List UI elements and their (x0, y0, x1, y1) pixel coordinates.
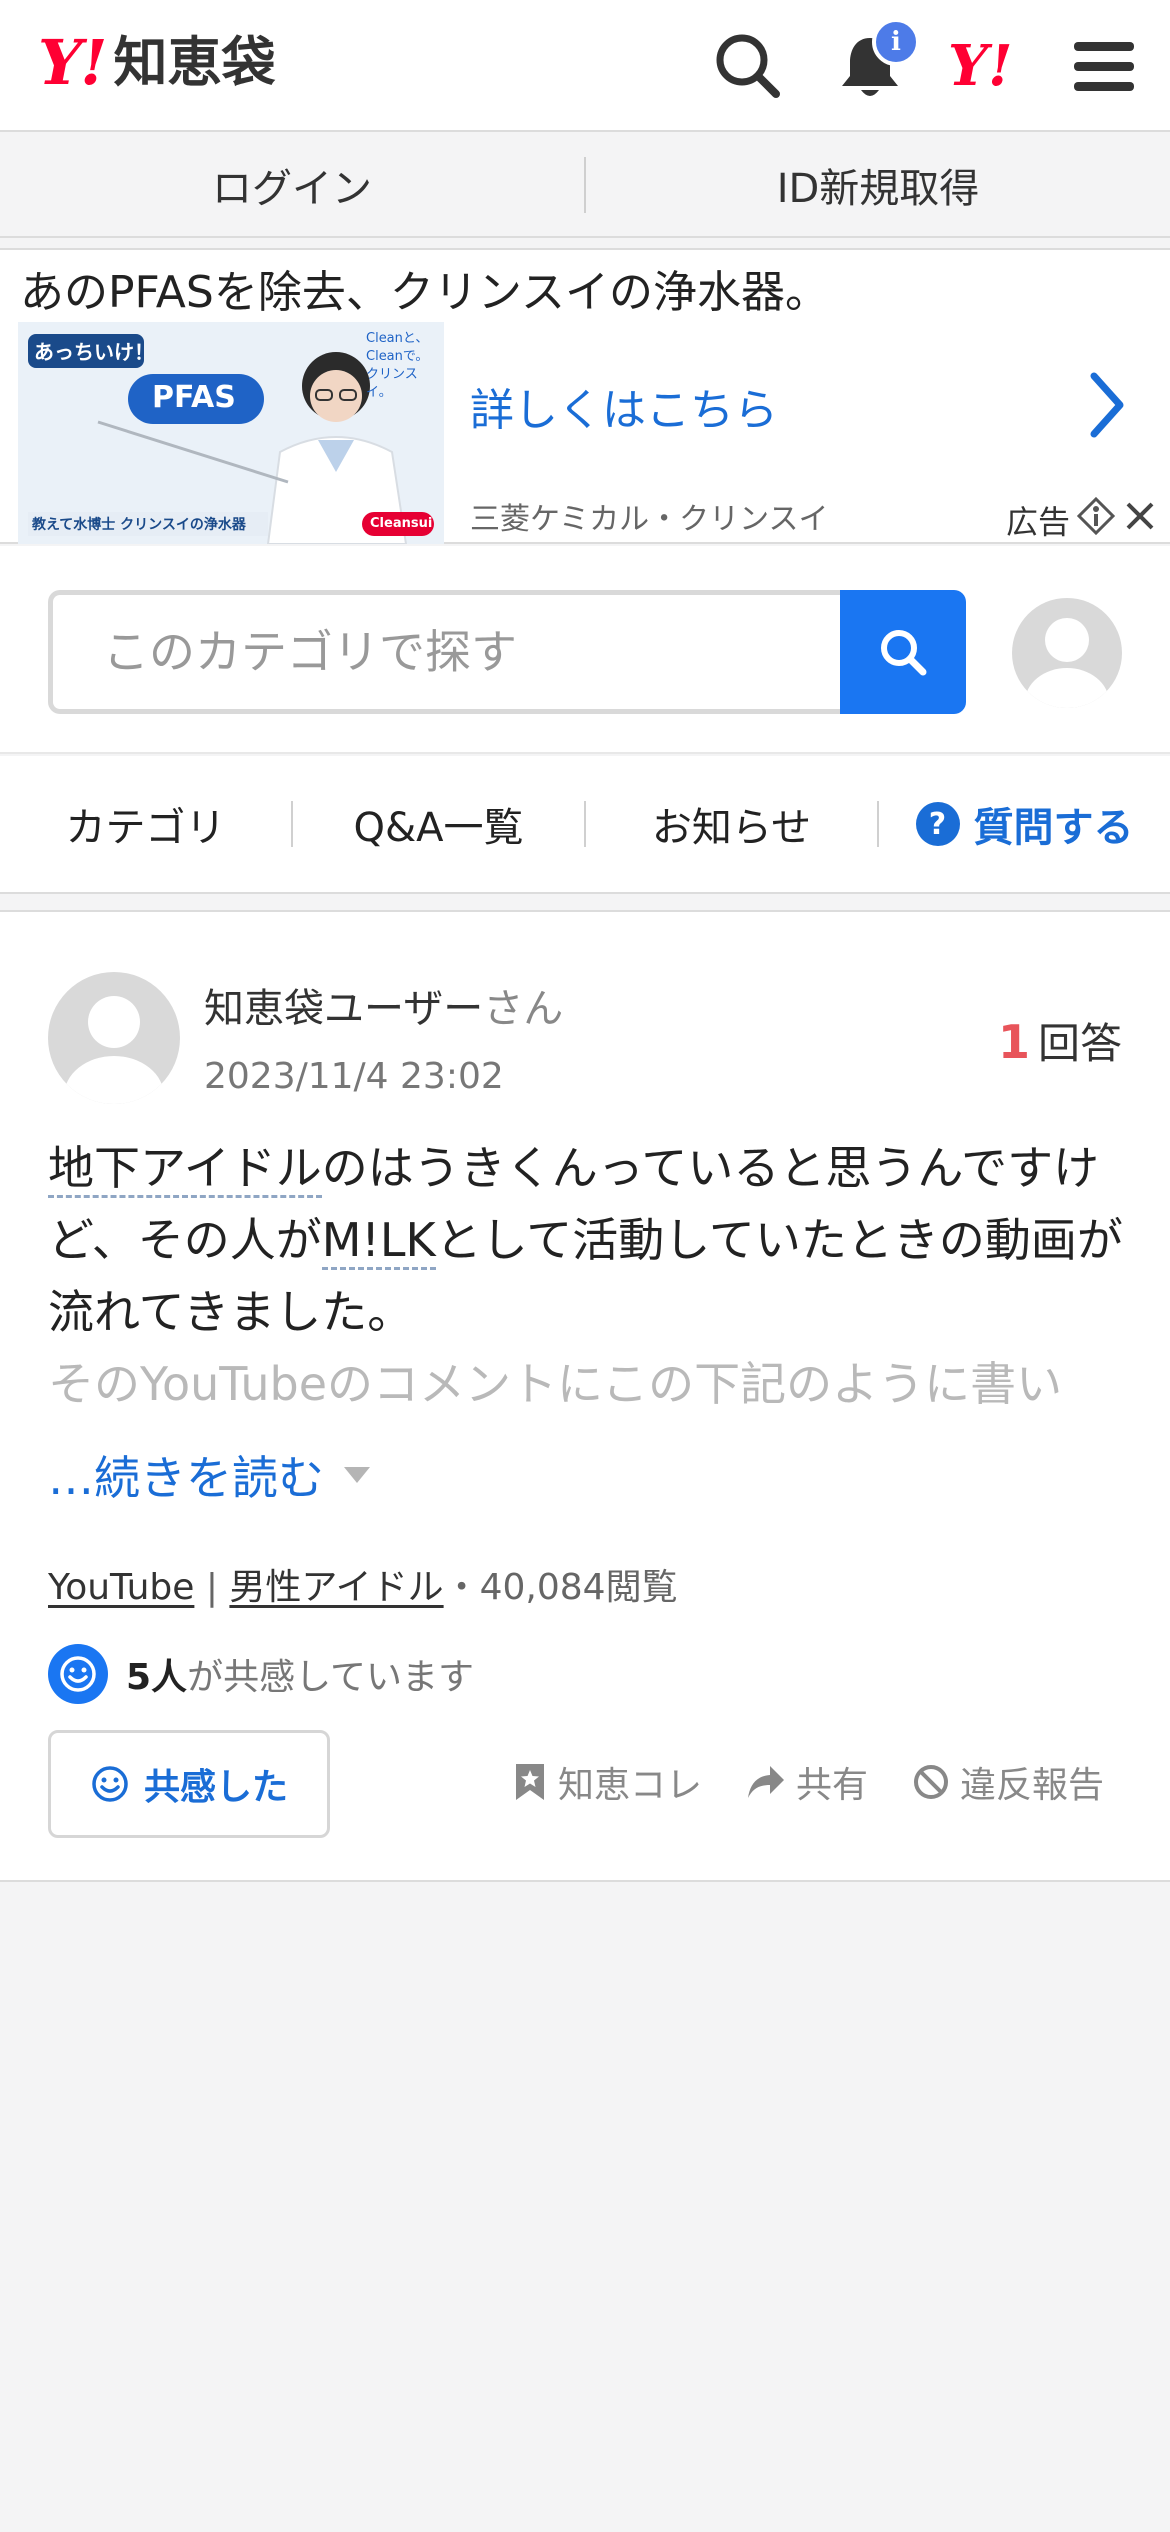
read-more-button[interactable]: …続きを読む (48, 1442, 372, 1508)
keyword-link[interactable]: 地下アイドル (48, 1141, 322, 1198)
question-icon: ? (915, 802, 960, 846)
menu-icon[interactable] (1068, 30, 1140, 102)
tag-youtube[interactable]: YouTube (48, 1567, 194, 1608)
chevron-right-icon[interactable] (1086, 370, 1126, 444)
chiebukuro-logo[interactable]: Y! 知恵袋 (38, 28, 275, 98)
nav-qa-list[interactable]: Q&A一覧 (293, 795, 584, 853)
answer-count-label: 回答 (1037, 1019, 1122, 1068)
tag-male-idol[interactable]: 男性アイドル (229, 1567, 443, 1608)
search-button[interactable] (840, 590, 966, 714)
register-link[interactable]: ID新規取得 (586, 156, 1170, 214)
search-field[interactable] (48, 590, 842, 714)
notification-bell-icon[interactable]: i (834, 18, 920, 102)
question-card: 知恵袋ユーザーさん 2023/11/4 23:02 1 回答 地下アイドルのはうき… (0, 910, 1170, 1882)
caret-down-icon (344, 1467, 370, 1483)
ask-question-label: 質問する (973, 805, 1134, 851)
login-bar: ログイン ID新規取得 (0, 134, 1170, 238)
share-arrow-icon (747, 1766, 784, 1798)
keyword-link[interactable]: M!LK (321, 1213, 436, 1270)
empathy-summary: 5人 が共感しています (48, 1644, 474, 1704)
questioner-name-text: 知恵袋ユーザー (204, 986, 484, 1032)
chie-kore-button[interactable]: 知恵コレ (512, 1756, 702, 1808)
empathize-label: 共感した (143, 1767, 288, 1808)
ad-image-pfas: PFAS (152, 380, 236, 415)
yahoo-logo-mark: Y! (38, 26, 107, 99)
share-label: 共有 (795, 1765, 868, 1806)
bookmark-icon (515, 1764, 544, 1800)
question-actions: 知恵コレ 共有 違反報告 (512, 1756, 1104, 1808)
question-text-faded: そのYouTubeのコメントにこの下記のように書い (48, 1357, 1063, 1411)
nav-category[interactable]: カテゴリ (0, 795, 291, 853)
search-icon (881, 630, 927, 676)
ad-image-caption: 教えて水博士 クリンスイの浄水器 (32, 517, 246, 533)
ad-title[interactable]: あのPFASを除去、クリンスイの浄水器。 (20, 256, 829, 320)
tag-separator: | (194, 1567, 230, 1608)
questioner-name: 知恵袋ユーザーさん (204, 976, 563, 1034)
user-avatar[interactable] (1012, 598, 1122, 708)
empathy-text: が共感しています (187, 1657, 474, 1698)
yahoo-home-link[interactable]: Y! (948, 30, 1013, 102)
ad-image[interactable]: あっちいけ！ PFAS Cleanと、Cleanで。クリンスイ。 教えて水博士 … (18, 322, 444, 544)
chie-kore-label: 知恵コレ (557, 1765, 702, 1806)
empathize-button[interactable]: 共感した (48, 1730, 330, 1838)
questioner-avatar (48, 972, 180, 1104)
notification-badge: i (872, 18, 920, 66)
honorific: さん (483, 986, 564, 1032)
search-input[interactable] (53, 595, 842, 709)
question-body: 地下アイドルのはうきくんっていると思うんですけど、その人がM!LKとして活動して… (48, 1132, 1128, 1420)
ad-banner[interactable]: あのPFASを除去、クリンスイの浄水器。 あっちいけ！ PFAS Cleanと、… (0, 248, 1170, 544)
answer-count[interactable]: 1 回答 (998, 1010, 1122, 1071)
report-label: 違反報告 (959, 1765, 1104, 1806)
search-section (0, 546, 1170, 754)
logo-text: 知恵袋 (113, 31, 276, 94)
smile-icon (92, 1766, 128, 1802)
ad-image-brand: Cleansui (370, 516, 433, 531)
empathy-count: 5人 (126, 1657, 188, 1698)
answer-count-number: 1 (997, 1015, 1030, 1069)
report-button[interactable]: 違反報告 (912, 1756, 1104, 1808)
ask-question-button[interactable]: ? 質問する (879, 795, 1170, 853)
view-count: ・40,084閲覧 (443, 1567, 678, 1608)
search-icon[interactable] (712, 30, 784, 102)
adchoices-icon[interactable] (1076, 496, 1116, 544)
smile-icon (48, 1644, 108, 1704)
question-tags: YouTube | 男性アイドル・40,084閲覧 (48, 1558, 678, 1610)
question-date: 2023/11/4 23:02 (204, 1056, 504, 1097)
category-nav: カテゴリ Q&A一覧 お知らせ ? 質問する (0, 756, 1170, 894)
prohibited-icon (913, 1765, 948, 1799)
ad-advertiser: 三菱ケミカル・クリンスイ (470, 502, 829, 537)
ad-image-slogan: Cleanと、Cleanで。クリンスイ。 (366, 331, 429, 400)
login-link[interactable]: ログイン (0, 156, 584, 214)
ad-label-text: 広告 (1006, 503, 1071, 541)
close-icon[interactable] (1122, 498, 1158, 542)
app-header: Y! 知恵袋 i Y! (0, 0, 1170, 132)
read-more-label: …続きを読む (48, 1451, 324, 1505)
nav-news[interactable]: お知らせ (586, 795, 877, 853)
ad-label: 広告 (1006, 496, 1158, 544)
ad-link[interactable]: 詳しくはこちら (470, 374, 778, 438)
ad-image-badge: あっちいけ！ (34, 340, 154, 364)
share-button[interactable]: 共有 (746, 1756, 868, 1808)
